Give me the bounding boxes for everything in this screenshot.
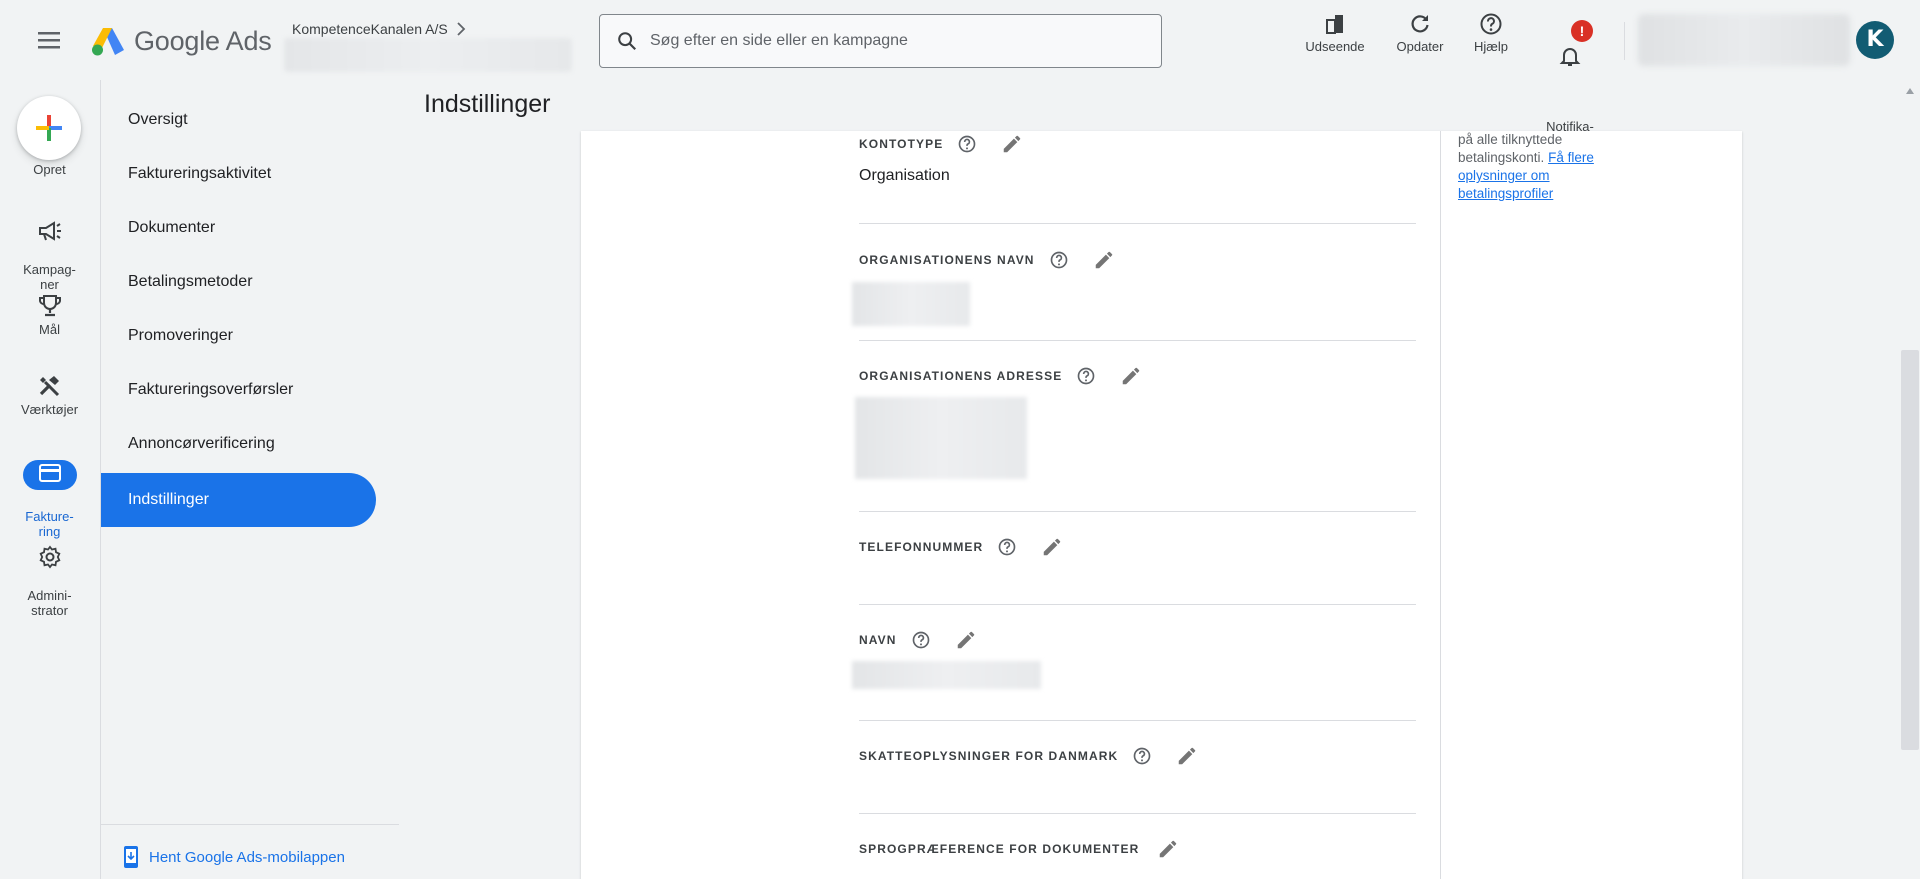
help-icon [1480, 13, 1502, 35]
subnav-item-billing-activity[interactable]: Faktureringsaktivitet [101, 147, 376, 201]
search-box[interactable]: Søg efter en side eller en kampagne [599, 14, 1162, 68]
edit-icon[interactable] [1176, 745, 1198, 767]
plus-icon [36, 115, 62, 141]
account-name: KompetenceKanalen A/S [292, 21, 448, 37]
google-ads-logo[interactable]: Google Ads [90, 24, 272, 58]
field-label: SPROGPRÆFERENCE FOR DOKUMENTER [859, 842, 1140, 856]
field-organization-address: ORGANISATIONENS ADRESSE [855, 341, 1416, 512]
edit-icon[interactable] [1120, 365, 1142, 387]
edit-icon[interactable] [1093, 249, 1115, 271]
organization-address-redacted [855, 397, 1027, 479]
side-note-text: på alle tilknyttede betalingskonti. [1458, 132, 1563, 165]
subnav-item-transfers[interactable]: Faktureringsoverførsler [101, 363, 376, 417]
field-label: NAVN [859, 633, 897, 647]
menu-icon[interactable] [34, 26, 64, 54]
appearance-icon [1326, 15, 1343, 34]
edit-icon[interactable] [955, 629, 977, 651]
rail-item-tools[interactable]: Værktøjer [0, 374, 99, 417]
subnav-item-overview[interactable]: Oversigt [101, 93, 376, 147]
search-icon [618, 32, 637, 51]
megaphone-icon [38, 221, 61, 241]
rail-item-label: Mål [39, 322, 60, 337]
help-icon[interactable] [911, 630, 931, 650]
refresh-button[interactable]: Opdater [1390, 12, 1450, 55]
header-divider [1624, 22, 1625, 60]
field-phone-number: TELEFONNUMMER [859, 512, 1416, 605]
subnav-item-advertiser-verification[interactable]: Annoncørverificering [101, 417, 376, 471]
scroll-up-arrow-icon[interactable] [1906, 88, 1914, 94]
field-organization-name: ORGANISATIONENS NAVN [852, 224, 1416, 341]
rail-item-label: Værktøjer [20, 402, 79, 417]
field-tax-info: SKATTEOPLYSNINGER FOR DANMARK [859, 721, 1416, 814]
field-document-language: SPROGPRÆFERENCE FOR DOKUMENTER [859, 814, 1416, 879]
bell-icon [1559, 48, 1581, 66]
rail-item-admin[interactable]: Admini- strator [0, 530, 99, 618]
subnav-item-payment-methods[interactable]: Betalingsmetoder [101, 255, 376, 309]
rail-item-billing[interactable]: Fakture- ring [0, 445, 99, 539]
create-label: Opret [33, 162, 66, 177]
help-icon[interactable] [997, 537, 1017, 557]
settings-card: KONTOTYPE Organisation ORGANISATIONENS N… [581, 131, 1742, 879]
card-divider [1440, 131, 1441, 879]
subnav-footer: Hent Google Ads-mobilappen [101, 824, 399, 868]
rail-item-label: Admini- strator [27, 588, 72, 618]
search-input[interactable]: Søg efter en side eller en kampagne [650, 32, 908, 50]
field-label: KONTOTYPE [859, 137, 944, 151]
appearance-button[interactable]: Udseende [1302, 12, 1368, 55]
gear-icon [39, 545, 60, 569]
rail-item-campaigns[interactable]: Kampag- ner [0, 204, 99, 292]
field-label: SKATTEOPLYSNINGER FOR DANMARK [859, 749, 1119, 763]
google-ads-logo-icon [92, 28, 124, 56]
organization-name-redacted [852, 282, 970, 326]
tools-icon [39, 376, 59, 397]
account-id-redacted [284, 38, 572, 72]
field-account-type: KONTOTYPE Organisation [859, 131, 1416, 224]
scrollbar-thumb[interactable] [1901, 350, 1919, 750]
edit-icon[interactable] [1041, 536, 1063, 558]
create-button[interactable] [17, 96, 81, 160]
contact-name-redacted [852, 661, 1041, 689]
logo-text: Google Ads [134, 25, 272, 56]
billing-subnav: Oversigt Faktureringsaktivitet Dokumente… [100, 80, 399, 879]
field-contact-name: NAVN [852, 605, 1416, 721]
side-note: på alle tilknyttede betalingskonti. Få f… [1458, 131, 1618, 203]
subnav-item-settings[interactable]: Indstillinger [101, 473, 376, 527]
chevron-right-icon [457, 22, 465, 36]
mobile-app-link-label: Hent Google Ads-mobilappen [149, 848, 345, 866]
subnav-item-promotions[interactable]: Promoveringer [101, 309, 376, 363]
navigation-rail: Opret Kampag- ner Mål Værktøjer Fakture-… [0, 80, 99, 879]
refresh-label: Opdater [1396, 39, 1444, 54]
help-label: Hjælp [1474, 39, 1508, 54]
help-button[interactable]: Hjælp [1466, 12, 1516, 55]
mobile-app-link[interactable]: Hent Google Ads-mobilappen [123, 845, 345, 869]
edit-icon[interactable] [1001, 133, 1023, 155]
trophy-icon [38, 295, 61, 317]
appearance-label: Udseende [1305, 39, 1365, 54]
credit-card-icon [38, 464, 61, 482]
rail-item-goals[interactable]: Mål [0, 294, 99, 337]
account-breadcrumb[interactable]: KompetenceKanalen A/S [292, 21, 466, 37]
profile-info-redacted[interactable] [1638, 14, 1850, 66]
notification-badge: ! [1571, 20, 1593, 42]
page-title: Indstillinger [424, 90, 551, 118]
help-icon[interactable] [1132, 746, 1152, 766]
mobile-phone-icon [124, 846, 138, 868]
help-icon[interactable] [1049, 250, 1069, 270]
help-icon[interactable] [957, 134, 977, 154]
field-value: Organisation [859, 167, 950, 184]
rail-item-label: Kampag- ner [23, 262, 76, 292]
edit-icon[interactable] [1157, 838, 1179, 860]
help-icon[interactable] [1076, 366, 1096, 386]
field-label: ORGANISATIONENS NAVN [859, 253, 1035, 267]
field-label: ORGANISATIONENS ADRESSE [859, 369, 1063, 383]
rail-active-indicator [22, 460, 77, 490]
top-app-bar: Google Ads KompetenceKanalen A/S Søg eft… [0, 0, 1920, 150]
avatar[interactable]: K [1856, 21, 1894, 59]
subnav-item-documents[interactable]: Dokumenter [101, 201, 376, 255]
field-label: TELEFONNUMMER [859, 540, 984, 554]
refresh-icon [1411, 15, 1429, 33]
